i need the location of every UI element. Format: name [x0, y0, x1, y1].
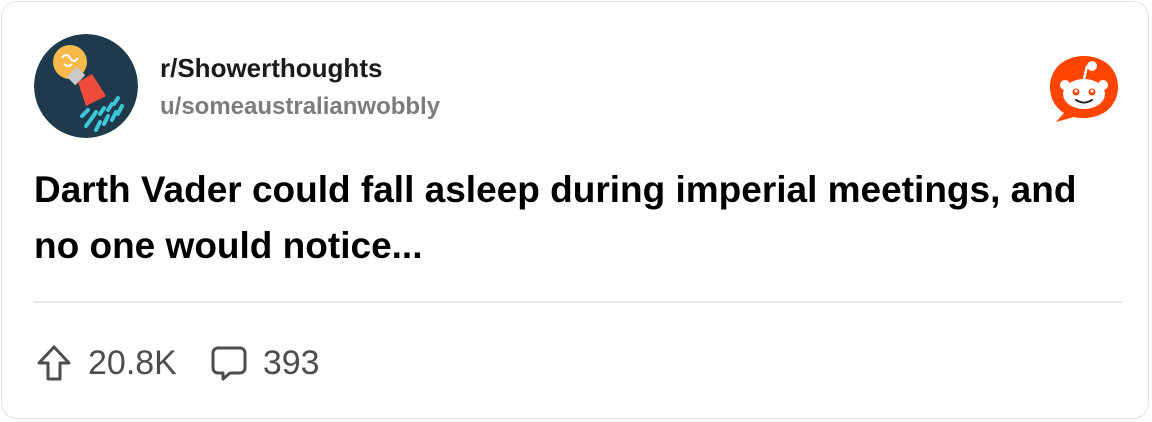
comment-bubble-icon[interactable] — [209, 343, 249, 383]
reddit-logo-icon — [1046, 54, 1122, 124]
comments-button[interactable]: 393 — [209, 342, 320, 384]
post-title[interactable]: Darth Vader could fall asleep during imp… — [34, 162, 1124, 274]
post-author[interactable]: u/someaustralianwobbly — [160, 92, 440, 122]
upvote-count: 20.8K — [88, 344, 177, 382]
subreddit-avatar-icon[interactable] — [34, 34, 138, 138]
comment-count: 393 — [262, 344, 320, 382]
post-stats: 20.8K 393 — [34, 342, 320, 384]
divider — [34, 301, 1122, 303]
post-card[interactable]: r/Showerthoughts u/someaustralianwobbly … — [1, 1, 1149, 419]
upvote-arrow-icon[interactable] — [34, 343, 74, 383]
subreddit-name[interactable]: r/Showerthoughts — [160, 52, 382, 84]
upvote-button[interactable]: 20.8K — [34, 342, 177, 384]
